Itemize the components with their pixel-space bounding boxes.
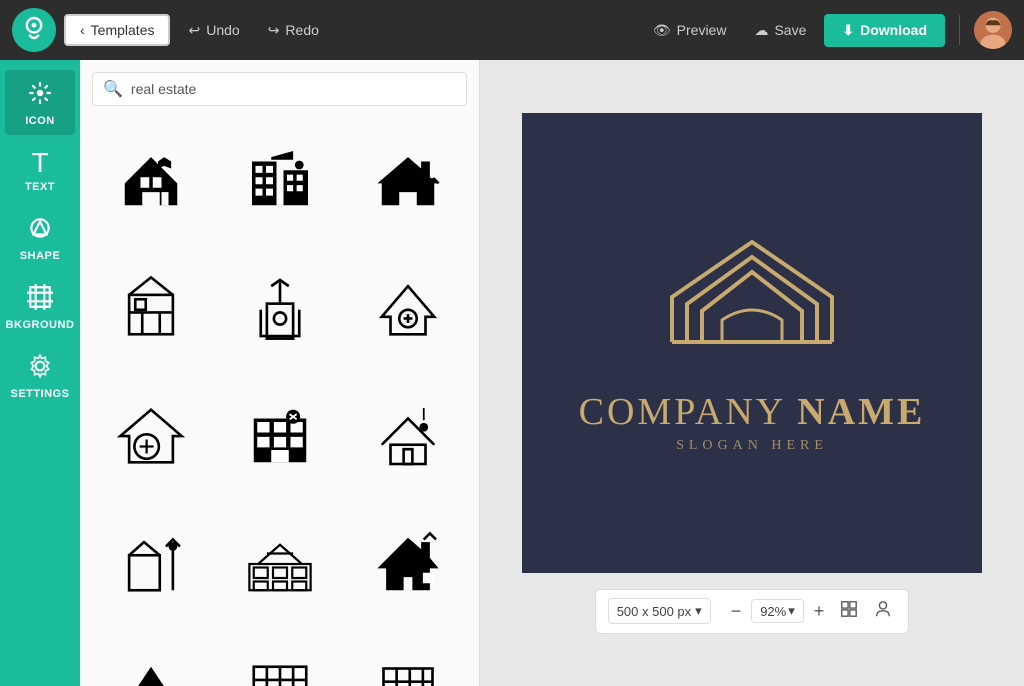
topbar: ‹ Templates ↩ Undo ↪ Redo 👁 Preview ☁ Sa… xyxy=(0,0,1024,60)
avatar[interactable] xyxy=(974,11,1012,49)
sidebar-icon-label: ICON xyxy=(25,115,55,127)
company-name: COMPANY NAME xyxy=(579,390,926,434)
sidebar-text-label: TEXT xyxy=(25,181,55,193)
logo-graphic xyxy=(652,232,852,372)
save-label: Save xyxy=(774,22,806,38)
list-item[interactable] xyxy=(220,377,338,495)
list-item[interactable] xyxy=(92,505,210,623)
zoom-controls: − 92% ▾ + xyxy=(727,599,829,623)
list-item[interactable] xyxy=(92,377,210,495)
undo-icon: ↩ xyxy=(188,22,200,39)
save-icon: ☁ xyxy=(754,22,768,39)
templates-label: Templates xyxy=(91,22,155,38)
layout-button[interactable] xyxy=(870,596,896,627)
background-icon xyxy=(27,284,53,315)
shape-icon xyxy=(27,215,53,246)
topbar-divider xyxy=(959,15,960,45)
list-item[interactable] xyxy=(220,248,338,366)
chevron-left-icon: ‹ xyxy=(80,22,85,38)
grid-button[interactable] xyxy=(836,596,862,627)
list-item[interactable] xyxy=(92,633,210,686)
canvas-bottom-toolbar: 500 x 500 px ▾ − 92% ▾ + xyxy=(595,589,910,634)
list-item[interactable] xyxy=(92,248,210,366)
sidebar: ICON T TEXT SHAPE xyxy=(0,60,80,686)
icon-grid xyxy=(92,120,467,686)
download-icon: ⬇ xyxy=(842,22,854,39)
sidebar-background-label: BKGROUND xyxy=(6,319,75,331)
slogan-text: SLOGAN HERE xyxy=(579,438,926,454)
search-icon: 🔍 xyxy=(103,79,123,99)
list-item[interactable] xyxy=(349,633,467,686)
text-icon: T xyxy=(31,149,48,177)
redo-label: Redo xyxy=(285,22,318,38)
main-area: ICON T TEXT SHAPE xyxy=(0,60,1024,686)
list-item[interactable] xyxy=(92,120,210,238)
list-item[interactable] xyxy=(220,633,338,686)
sidebar-item-shape[interactable]: SHAPE xyxy=(5,205,75,270)
zoom-value-display[interactable]: 92% ▾ xyxy=(751,599,804,623)
sidebar-shape-label: SHAPE xyxy=(20,250,60,262)
sidebar-item-text[interactable]: T TEXT xyxy=(5,139,75,201)
chevron-down-icon: ▾ xyxy=(695,603,702,619)
redo-icon: ↪ xyxy=(268,22,280,39)
canvas-area: COMPANY NAME SLOGAN HERE 500 x 500 px ▾ … xyxy=(480,60,1024,686)
list-item[interactable] xyxy=(220,505,338,623)
search-input[interactable] xyxy=(131,81,456,97)
sidebar-item-icon[interactable]: ICON xyxy=(5,70,75,135)
list-item[interactable] xyxy=(349,505,467,623)
zoom-chevron-icon: ▾ xyxy=(788,603,795,619)
company-name-thin: COMPANY xyxy=(579,391,798,433)
company-name-area: COMPANY NAME SLOGAN HERE xyxy=(579,390,926,454)
search-bar: 🔍 xyxy=(92,72,467,106)
redo-button[interactable]: ↪ Redo xyxy=(258,16,329,45)
preview-button[interactable]: 👁 Preview xyxy=(643,16,737,45)
preview-label: Preview xyxy=(677,22,727,38)
star-icon xyxy=(27,80,53,111)
company-name-bold: NAME xyxy=(797,391,925,433)
gear-icon xyxy=(27,353,53,384)
list-item[interactable] xyxy=(349,248,467,366)
zoom-in-button[interactable]: + xyxy=(810,601,829,622)
list-item[interactable] xyxy=(349,120,467,238)
save-button[interactable]: ☁ Save xyxy=(744,16,816,45)
icon-panel: 🔍 xyxy=(80,60,480,686)
size-selector[interactable]: 500 x 500 px ▾ xyxy=(608,598,711,624)
templates-button[interactable]: ‹ Templates xyxy=(64,14,170,46)
undo-label: Undo xyxy=(206,22,239,38)
app-logo[interactable] xyxy=(12,8,56,52)
download-button[interactable]: ⬇ Download xyxy=(824,14,945,47)
zoom-out-button[interactable]: − xyxy=(727,601,746,622)
eye-icon: 👁 xyxy=(653,22,671,39)
zoom-label: 92% xyxy=(760,604,786,619)
sidebar-settings-label: SETTINGS xyxy=(10,388,69,400)
sidebar-item-background[interactable]: BKGROUND xyxy=(5,274,75,339)
list-item[interactable] xyxy=(220,120,338,238)
download-label: Download xyxy=(860,22,927,38)
list-item[interactable] xyxy=(349,377,467,495)
canvas-container[interactable]: COMPANY NAME SLOGAN HERE xyxy=(522,113,982,573)
size-label: 500 x 500 px xyxy=(617,604,691,619)
undo-button[interactable]: ↩ Undo xyxy=(178,16,249,45)
sidebar-item-settings[interactable]: SETTINGS xyxy=(5,343,75,408)
